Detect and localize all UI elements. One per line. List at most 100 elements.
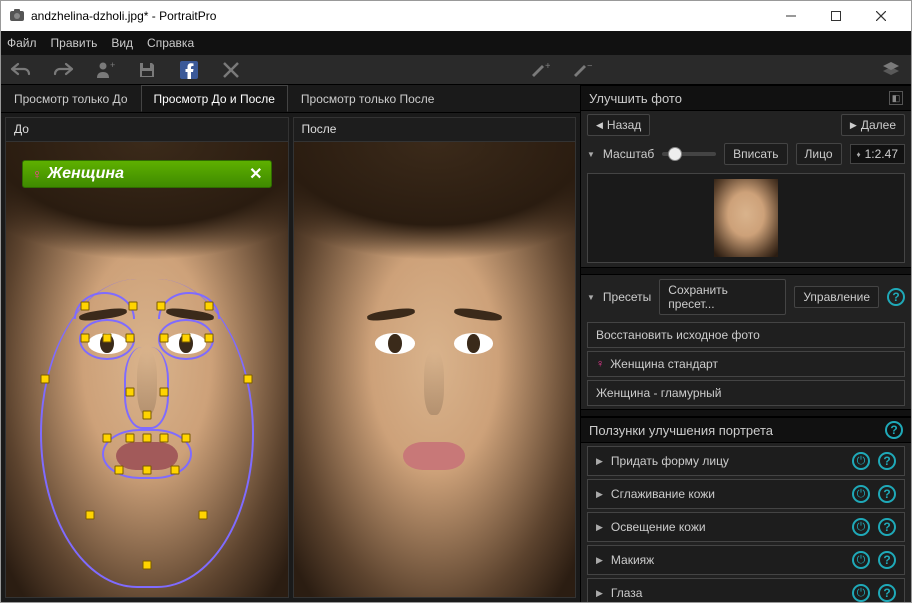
next-label: Далее: [861, 118, 896, 132]
navigator-thumbnail[interactable]: [587, 173, 905, 263]
female-icon: ♀: [596, 358, 604, 370]
control-node[interactable]: [142, 465, 151, 474]
control-node[interactable]: [103, 433, 112, 442]
section-makeup[interactable]: ▶ Макияж ⏻ ?: [587, 545, 905, 575]
zoom-value[interactable]: ♦1:2.47: [850, 144, 905, 164]
preset-female-glamour[interactable]: Женщина - гламурный: [587, 380, 905, 406]
before-label: До: [6, 118, 288, 142]
redo-button[interactable]: [51, 58, 75, 82]
gender-close-button[interactable]: ✕: [249, 164, 262, 184]
help-icon[interactable]: ?: [878, 551, 896, 569]
dock-icon[interactable]: ◧: [889, 91, 903, 105]
control-node[interactable]: [204, 301, 213, 310]
menu-view[interactable]: Вид: [111, 36, 133, 50]
gender-tag[interactable]: ♀ Женщина ✕: [22, 160, 272, 188]
zoom-collapse-icon[interactable]: ▼: [587, 150, 595, 159]
control-node[interactable]: [103, 333, 112, 342]
undo-button[interactable]: [9, 58, 33, 82]
zoom-slider[interactable]: [662, 152, 716, 156]
help-icon[interactable]: ?: [887, 288, 905, 306]
zoom-face-button[interactable]: Лицо: [796, 143, 842, 165]
power-toggle[interactable]: ⏻: [852, 518, 870, 536]
brush-add-button[interactable]: +: [528, 58, 552, 82]
before-image[interactable]: ♀ Женщина ✕: [6, 142, 288, 597]
enhance-title: Улучшить фото: [589, 91, 682, 106]
control-node[interactable]: [244, 374, 253, 383]
save-button[interactable]: [135, 58, 159, 82]
help-icon[interactable]: ?: [878, 452, 896, 470]
triangle-right-icon: ▶: [596, 588, 603, 599]
tab-after-only[interactable]: Просмотр только После: [288, 85, 448, 112]
control-node[interactable]: [159, 333, 168, 342]
control-node[interactable]: [114, 465, 123, 474]
control-node[interactable]: [182, 433, 191, 442]
tab-before-after[interactable]: Просмотр До и После: [141, 85, 288, 112]
control-node[interactable]: [80, 333, 89, 342]
section-face-sculpt[interactable]: ▶ Придать форму лицу ⏻ ?: [587, 446, 905, 476]
app-icon: [9, 8, 25, 24]
help-icon[interactable]: ?: [878, 485, 896, 503]
control-node[interactable]: [156, 301, 165, 310]
help-icon[interactable]: ?: [878, 584, 896, 602]
preset-restore-original[interactable]: Восстановить исходное фото: [587, 322, 905, 348]
window-minimize-button[interactable]: [768, 1, 813, 31]
preset-female-standard[interactable]: ♀ Женщина стандарт: [587, 351, 905, 377]
presets-collapse-icon[interactable]: ▼: [587, 293, 595, 302]
window-close-button[interactable]: [858, 1, 903, 31]
control-node[interactable]: [204, 333, 213, 342]
save-preset-button[interactable]: Сохранить пресет...: [659, 279, 786, 315]
control-node[interactable]: [80, 301, 89, 310]
section-eyes[interactable]: ▶ Глаза ⏻ ?: [587, 578, 905, 602]
add-person-button[interactable]: +: [93, 58, 117, 82]
control-node[interactable]: [142, 561, 151, 570]
control-node[interactable]: [199, 511, 208, 520]
after-label: После: [294, 118, 576, 142]
control-node[interactable]: [182, 333, 191, 342]
svg-text:+: +: [110, 60, 115, 70]
help-icon[interactable]: ?: [878, 518, 896, 536]
after-image[interactable]: [294, 142, 576, 597]
control-node[interactable]: [41, 374, 50, 383]
triangle-right-icon: ▶: [596, 555, 603, 566]
control-node[interactable]: [86, 511, 95, 520]
triangle-right-icon: ▶: [596, 522, 603, 533]
power-toggle[interactable]: ⏻: [852, 551, 870, 569]
cancel-button[interactable]: [219, 58, 243, 82]
control-node[interactable]: [159, 388, 168, 397]
section-skin-smoothing[interactable]: ▶ Сглаживание кожи ⏻ ?: [587, 479, 905, 509]
help-icon[interactable]: ?: [885, 421, 903, 439]
manage-presets-button[interactable]: Управление: [794, 286, 879, 308]
view-tabs: Просмотр только До Просмотр До и После П…: [1, 85, 580, 113]
menu-edit[interactable]: Править: [51, 36, 98, 50]
back-button[interactable]: ◀Назад: [587, 114, 650, 136]
control-node[interactable]: [125, 333, 134, 342]
layers-button[interactable]: [879, 58, 903, 82]
control-node[interactable]: [125, 388, 134, 397]
control-node[interactable]: [128, 301, 137, 310]
control-node[interactable]: [159, 433, 168, 442]
preset-label: Женщина стандарт: [610, 357, 718, 371]
section-skin-lighting[interactable]: ▶ Освещение кожи ⏻ ?: [587, 512, 905, 542]
before-pane: До ♀ Женщина: [5, 117, 289, 598]
control-node[interactable]: [125, 433, 134, 442]
sliders-title: Ползунки улучшения портрета: [589, 423, 773, 438]
facebook-button[interactable]: [177, 58, 201, 82]
window-maximize-button[interactable]: [813, 1, 858, 31]
power-toggle[interactable]: ⏻: [852, 584, 870, 602]
svg-text:+: +: [545, 61, 550, 72]
control-node[interactable]: [170, 465, 179, 474]
power-toggle[interactable]: ⏻: [852, 485, 870, 503]
brush-remove-button[interactable]: −: [570, 58, 594, 82]
power-toggle[interactable]: ⏻: [852, 452, 870, 470]
menu-file[interactable]: Файл: [7, 36, 37, 50]
sliders-header: Ползунки улучшения портрета ?: [581, 417, 911, 443]
control-node[interactable]: [142, 411, 151, 420]
zoom-slider-thumb[interactable]: [668, 147, 682, 161]
next-button[interactable]: ▶Далее: [841, 114, 905, 136]
tab-before-only[interactable]: Просмотр только До: [1, 85, 141, 112]
menu-help[interactable]: Справка: [147, 36, 194, 50]
gender-label: Женщина: [48, 165, 124, 183]
zoom-fit-button[interactable]: Вписать: [724, 143, 787, 165]
control-node[interactable]: [142, 433, 151, 442]
back-label: Назад: [607, 118, 641, 132]
